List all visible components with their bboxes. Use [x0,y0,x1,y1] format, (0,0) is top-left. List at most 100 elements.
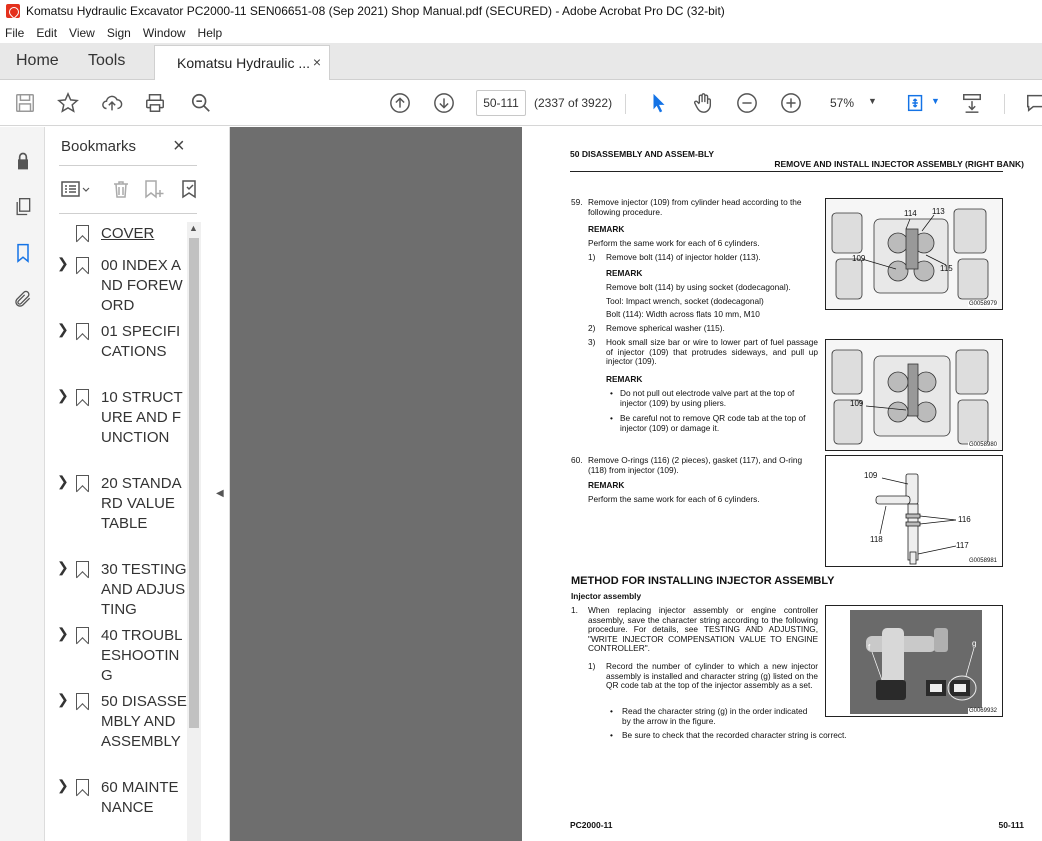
remark-text: Remove bolt (114) by using socket (dodec… [606,282,791,292]
expand-chevron-icon[interactable]: ❯ [57,691,69,708]
bullet-text: Read the character string (g) in the ord… [622,706,808,726]
substep-text: Hook small size bar or wire to lower par… [606,337,818,367]
figure-label: 109 [852,254,866,263]
bookmark-icon [76,779,89,796]
fit-dropdown-icon[interactable]: ▼ [931,96,940,106]
menu-bar: File Edit View Sign Window Help [0,22,1042,43]
bookmark-icon [76,627,89,644]
zoom-level[interactable]: 57% [830,96,854,110]
figure-label: 113 [932,207,945,216]
bookmark-label: 40 TROUBLESHOOTING [101,627,183,684]
substep-number: 1) [588,252,596,262]
previous-page-icon[interactable] [388,91,412,115]
figure-code: G0069932 [967,708,998,714]
bookmarks-scrollbar[interactable]: ▲ [187,222,201,841]
bookmark-icon [76,475,89,492]
step-number: 59. [571,197,583,207]
bookmark-icon [76,257,89,274]
bookmark-tag-icon[interactable] [179,179,199,204]
expand-chevron-icon[interactable]: ❯ [57,255,69,272]
bookmarks-close-button[interactable]: × [173,135,185,158]
lock-icon[interactable] [11,149,35,173]
bookmark-label: 01 SPECIFICATIONS [101,323,181,360]
expand-chevron-icon[interactable]: ❯ [57,387,69,404]
zoom-in-icon[interactable] [779,91,803,115]
remark-text: Perform the same work for each of 6 cyli… [588,238,760,248]
scroll-mode-icon[interactable] [960,91,984,115]
figure-label: 117 [956,541,969,550]
page-thumbnails-icon[interactable] [11,195,35,219]
menu-window[interactable]: Window [143,26,186,40]
figure-label: g [972,639,976,648]
scroll-up-icon[interactable]: ▲ [189,223,198,233]
print-icon[interactable] [143,91,167,115]
new-bookmark-icon[interactable] [143,179,165,204]
save-icon[interactable] [13,91,37,115]
bookmark-panel-icon[interactable] [11,241,35,265]
next-page-icon[interactable] [432,91,456,115]
substep-number: 1) [588,661,596,671]
bookmark-label: 50 DISASSEMBLY AND ASSEMBLY [101,693,187,750]
bookmark-label: COVER [101,225,155,242]
remark-text: Perform the same work for each of 6 cyli… [588,494,760,504]
attachment-icon[interactable] [11,287,35,311]
figure-code: G0058979 [967,301,998,307]
menu-edit[interactable]: Edit [36,26,57,40]
delete-bookmark-icon[interactable] [111,179,131,204]
remark-heading: REMARK [588,480,625,490]
remark-heading: REMARK [588,224,625,234]
tab-document[interactable]: Komatsu Hydraulic ... × [154,45,330,80]
title-bar: Komatsu Hydraulic Excavator PC2000-11 SE… [0,0,1042,22]
menu-sign[interactable]: Sign [107,26,131,40]
tab-close-button[interactable]: × [313,54,321,70]
zoom-out-icon[interactable] [735,91,759,115]
divider [59,165,197,166]
step-text: Remove O-rings (116) (2 pieces), gasket … [588,455,803,475]
tab-home[interactable]: Home [16,52,59,70]
menu-help[interactable]: Help [198,26,223,40]
step-text: Remove injector (109) from cylinder head… [588,197,802,217]
divider [59,213,197,214]
select-cursor-icon[interactable] [647,91,671,115]
figure-code: G0058981 [967,558,998,564]
bookmark-options-icon[interactable] [61,179,91,204]
toolbar-divider [625,94,626,114]
remark-heading: REMARK [606,374,643,384]
bookmark-label: 30 TESTING AND ADJUSTING [101,561,187,618]
menu-view[interactable]: View [69,26,95,40]
page-number-input[interactable]: 50-111 [476,90,526,116]
page-header-section: 50 DISASSEMBLY AND ASSEM-BLY [570,149,715,159]
hand-tool-icon[interactable] [691,91,715,115]
tab-tools[interactable]: Tools [88,52,125,70]
substep-text: Remove spherical washer (115). [606,323,725,333]
document-viewport[interactable]: 50 DISASSEMBLY AND ASSEM-BLY REMOVE AND … [230,127,1042,841]
zoom-search-icon[interactable] [189,91,213,115]
collapse-panel-icon[interactable]: ◀ [216,488,224,499]
expand-chevron-icon[interactable]: ❯ [57,777,69,794]
expand-chevron-icon[interactable]: ❯ [57,559,69,576]
figure-pull-injector: 109 G0058980 [825,339,1003,451]
bullet-text: Be sure to check that the recorded chara… [622,730,847,740]
scrollbar-thumb[interactable] [189,238,199,728]
menu-file[interactable]: File [5,26,24,40]
figure-code: G0058980 [967,442,998,448]
figure-label: 114 [904,209,917,218]
bookmarks-title: Bookmarks [61,138,137,155]
figure-injector-holder: 114 113 109 115 G0058979 [825,198,1003,310]
fit-page-icon[interactable] [904,91,928,115]
comment-icon[interactable] [1024,91,1042,115]
zoom-dropdown-icon[interactable]: ▼ [868,96,877,106]
tool-text: Tool: Impact wrench, socket (dodecagonal… [606,296,764,306]
upload-cloud-icon[interactable] [100,91,124,115]
step-number: 1. [571,605,578,615]
star-icon[interactable] [56,91,80,115]
bullet: • [610,413,613,423]
expand-chevron-icon[interactable]: ❯ [57,321,69,338]
bookmarks-toolbar [59,175,201,203]
page-footer-model: PC2000-11 [570,820,613,830]
figure-label: 118 [870,535,883,544]
expand-chevron-icon[interactable]: ❯ [57,473,69,490]
expand-chevron-icon[interactable]: ❯ [57,625,69,642]
bookmark-label: 20 STANDARD VALUE TABLE [101,475,182,532]
subsection-heading: Injector assembly [571,591,642,601]
